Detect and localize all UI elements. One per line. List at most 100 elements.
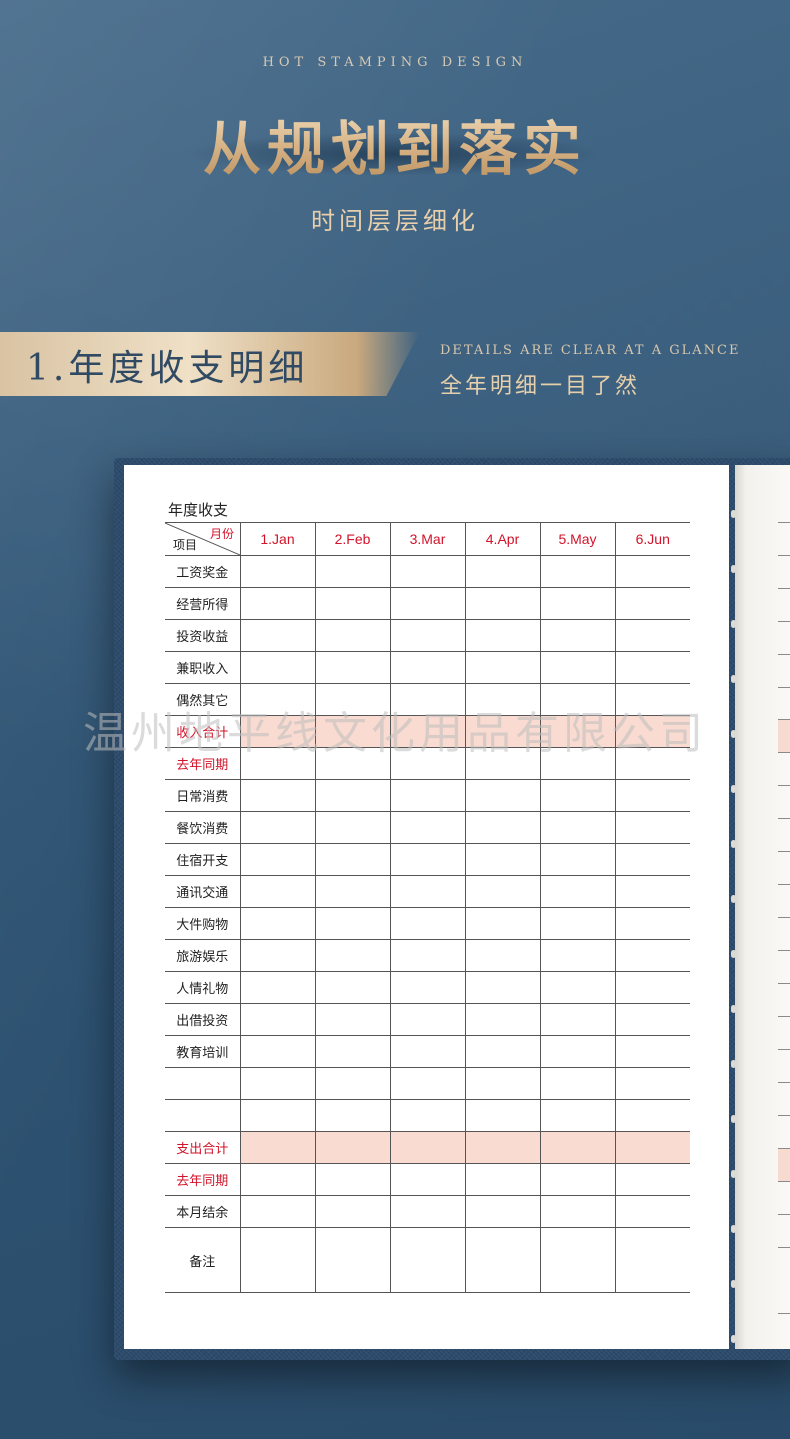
table-row: 人情礼物 [165, 971, 690, 1004]
binding-ring [731, 1005, 736, 1013]
entry-cell [389, 939, 465, 972]
entry-cell [389, 1163, 465, 1196]
month-header: 1.Jan [239, 522, 315, 556]
entry-cell [464, 619, 540, 652]
entry-cell [239, 1035, 315, 1068]
entry-cell [314, 779, 390, 812]
entry-cell [464, 1195, 540, 1228]
entry-cell [539, 779, 615, 812]
row-label: 旅游娱乐 [165, 939, 240, 972]
subtitle: 时间层层细化 [311, 207, 479, 235]
entry-cell [464, 907, 540, 940]
entry-cell [314, 1035, 390, 1068]
entry-cell [239, 779, 315, 812]
entry-cell [614, 555, 690, 588]
right-page-rule [778, 1115, 790, 1116]
table-row: 出借投资 [165, 1003, 690, 1036]
right-page-rule [778, 687, 790, 688]
entry-cell [314, 1131, 390, 1164]
entry-cell [239, 1131, 315, 1164]
entry-cell [614, 747, 690, 780]
right-page-rule [778, 983, 790, 984]
binding-ring [731, 620, 736, 628]
row-label: 餐饮消费 [165, 811, 240, 844]
month-header: 2.Feb [314, 522, 390, 556]
month-header: 4.Apr [464, 522, 540, 556]
entry-cell [614, 1067, 690, 1100]
entry-cell [389, 555, 465, 588]
right-page-rule [778, 917, 790, 918]
entry-cell [239, 875, 315, 908]
right-page-rule [778, 1016, 790, 1017]
entry-cell [314, 1099, 390, 1132]
entry-cell [614, 1131, 690, 1164]
entry-cell [314, 1163, 390, 1196]
table-row: 通讯交通 [165, 875, 690, 908]
row-label: 经营所得 [165, 587, 240, 620]
row-label: 通讯交通 [165, 875, 240, 908]
binding-ring [731, 785, 736, 793]
entry-cell [614, 843, 690, 876]
entry-cell [314, 843, 390, 876]
entry-cell [614, 619, 690, 652]
entry-cell [389, 587, 465, 620]
right-page-rule [778, 1214, 790, 1215]
entry-cell [614, 1035, 690, 1068]
entry-cell [314, 1195, 390, 1228]
right-page-rule [778, 1049, 790, 1050]
entry-cell [389, 1035, 465, 1068]
main-title: 从规划到落实 [0, 102, 790, 186]
table-row: 去年同期 [165, 1163, 690, 1196]
table-row: 大件购物 [165, 907, 690, 940]
right-page-rule [778, 818, 790, 819]
entry-cell [539, 651, 615, 684]
entry-cell [389, 1003, 465, 1036]
entry-cell [239, 747, 315, 780]
entry-cell [389, 715, 465, 748]
entry-cell [614, 1163, 690, 1196]
entry-cell [389, 875, 465, 908]
entry-cell [464, 1099, 540, 1132]
row-label: 去年同期 [165, 1163, 240, 1196]
entry-cell [539, 907, 615, 940]
table-row: 收入合计 [165, 715, 690, 748]
entry-cell [314, 811, 390, 844]
entry-cell [239, 619, 315, 652]
table-row: 支出合计 [165, 1131, 690, 1164]
entry-cell [464, 1163, 540, 1196]
entry-cell [539, 1195, 615, 1228]
entry-cell [539, 619, 615, 652]
entry-cell [539, 1163, 615, 1196]
entry-cell [389, 779, 465, 812]
row-label: 本月结余 [165, 1195, 240, 1228]
entry-cell [614, 715, 690, 748]
entry-cell [239, 1099, 315, 1132]
table-row: 经营所得 [165, 587, 690, 620]
row-label: 大件购物 [165, 907, 240, 940]
right-page-rule [778, 522, 790, 523]
entry-cell [314, 1003, 390, 1036]
entry-cell [464, 1003, 540, 1036]
binding-ring [731, 675, 736, 683]
entry-cell [539, 971, 615, 1004]
entry-cell [239, 651, 315, 684]
entry-cell [464, 715, 540, 748]
entry-cell [389, 1131, 465, 1164]
row-label: 支出合计 [165, 1131, 240, 1164]
entry-cell [389, 683, 465, 716]
entry-cell [539, 1099, 615, 1132]
binding-ring [731, 1170, 736, 1178]
entry-cell [539, 555, 615, 588]
row-label: 住宿开支 [165, 843, 240, 876]
corner-month-label: 月份 [209, 527, 234, 541]
entry-cell [464, 811, 540, 844]
section-english-caption: DETAILS ARE CLEAR AT A GLANCE [440, 343, 741, 358]
sheet-title: 年度收支 [168, 502, 229, 519]
entry-cell [239, 843, 315, 876]
entry-cell [239, 555, 315, 588]
entry-cell [464, 939, 540, 972]
entry-cell [239, 1003, 315, 1036]
entry-cell [614, 1099, 690, 1132]
entry-cell [389, 811, 465, 844]
row-label: 兼职收入 [165, 651, 240, 684]
